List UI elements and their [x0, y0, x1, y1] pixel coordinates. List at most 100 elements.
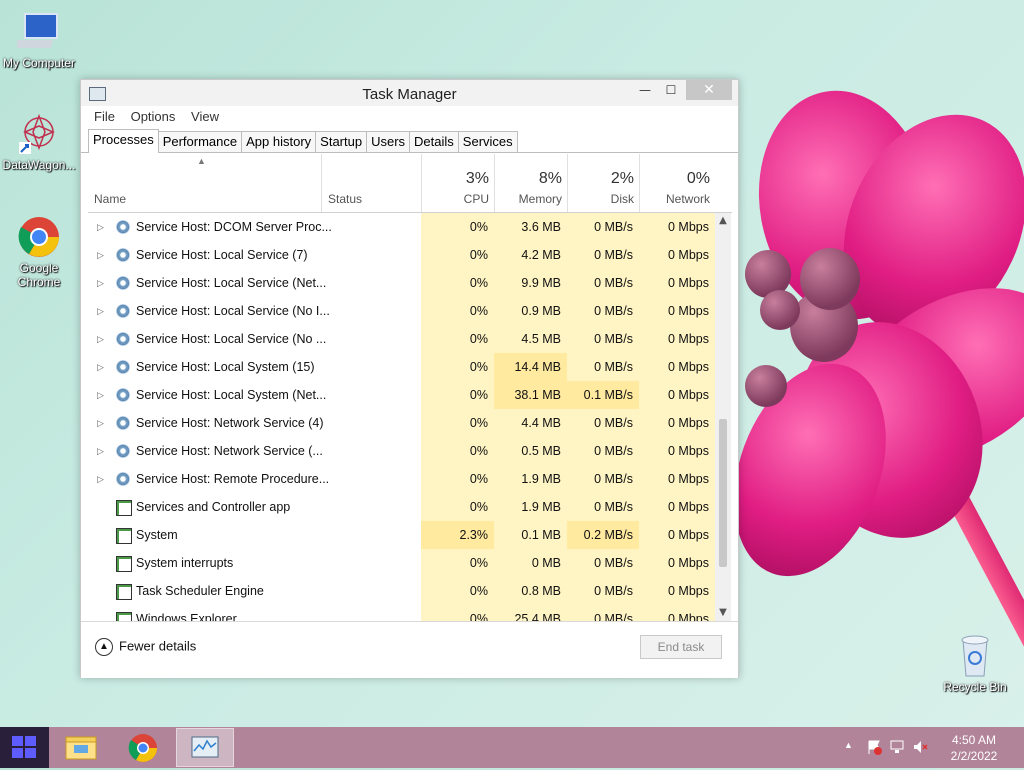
volume-muted-icon[interactable]	[912, 739, 928, 758]
vertical-scrollbar[interactable]: ▲ ▼	[715, 213, 731, 621]
close-button[interactable]: ✕	[686, 80, 732, 100]
table-row[interactable]: System 2.3% 0.1 MB 0.2 MB/s 0 Mbps	[88, 521, 715, 549]
scroll-up-icon[interactable]: ▲	[715, 213, 731, 229]
process-disk-cell: 0 MB/s	[567, 241, 639, 269]
process-status-cell	[321, 241, 421, 269]
expand-chevron-icon[interactable]: ▷	[97, 465, 104, 493]
action-center-flag-icon[interactable]	[866, 739, 882, 758]
expand-chevron-icon[interactable]: ▷	[97, 213, 104, 241]
expand-chevron-icon[interactable]: ▷	[97, 381, 104, 409]
expand-chevron-icon[interactable]: ▷	[97, 297, 104, 325]
process-memory-cell: 0.8 MB	[494, 577, 567, 605]
desktop-icon-datawagon[interactable]: DataWagon...	[1, 112, 77, 172]
process-cpu-cell: 2.3%	[421, 521, 494, 549]
column-header-name[interactable]: ▲ Name	[88, 154, 321, 212]
process-cpu-cell: 0%	[421, 325, 494, 353]
process-cpu-cell: 0%	[421, 549, 494, 577]
process-network-cell: 0 Mbps	[639, 297, 715, 325]
table-row[interactable]: ▷ Service Host: Local Service (No ... 0% 4.…	[88, 325, 715, 353]
process-cpu-cell: 0%	[421, 577, 494, 605]
table-row[interactable]: ▷ Service Host: Remote Procedure... 0% 1.9 …	[88, 465, 715, 493]
network-icon[interactable]	[889, 739, 905, 758]
desktop-icon-my-computer[interactable]: My Computer	[1, 10, 77, 70]
service-gear-icon	[116, 220, 130, 234]
expand-chevron-icon[interactable]: ▷	[97, 241, 104, 269]
end-task-button[interactable]: End task	[640, 635, 722, 659]
title-bar[interactable]: Task Manager — ☐ ✕	[81, 80, 738, 106]
scroll-down-icon[interactable]: ▼	[715, 605, 731, 621]
process-status-cell	[321, 465, 421, 493]
table-row[interactable]: ▷ Service Host: Local Service (Net... 0% 9.…	[88, 269, 715, 297]
clock-date: 2/2/2022	[950, 749, 998, 763]
table-row[interactable]: ▷ Service Host: Local Service (7) 0% 4.2 MB…	[88, 241, 715, 269]
expand-chevron-icon[interactable]: ▷	[97, 409, 104, 437]
expand-chevron-icon[interactable]: ▷	[97, 437, 104, 465]
menu-options[interactable]: Options	[131, 106, 176, 128]
process-cpu-cell: 0%	[421, 381, 494, 409]
table-row[interactable]: Windows Explorer 0% 25.4 MB 0 MB/s 0 Mbps	[88, 605, 715, 621]
process-disk-cell: 0 MB/s	[567, 297, 639, 325]
tab-users[interactable]: Users	[366, 131, 411, 152]
taskbar-google-chrome[interactable]	[114, 728, 172, 767]
process-status-cell	[321, 605, 421, 621]
process-cpu-cell: 0%	[421, 409, 494, 437]
tab-services[interactable]: Services	[457, 131, 518, 152]
desktop-icon-label: My Computer	[2, 56, 76, 70]
process-memory-cell: 0.9 MB	[494, 297, 567, 325]
app-window-icon	[116, 556, 132, 572]
process-network-cell: 0 Mbps	[639, 549, 715, 577]
maximize-button[interactable]: ☐	[658, 80, 684, 100]
show-hidden-icons-icon[interactable]: ▲	[844, 740, 853, 750]
tab-performance[interactable]: Performance	[157, 131, 243, 152]
start-button[interactable]	[0, 727, 49, 768]
minimize-button[interactable]: —	[632, 80, 658, 100]
tab-processes[interactable]: Processes	[88, 129, 159, 153]
process-status-cell	[321, 409, 421, 437]
scrollbar-thumb[interactable]	[719, 419, 727, 567]
table-row[interactable]: Services and Controller app 0% 1.9 MB 0 MB/…	[88, 493, 715, 521]
process-name: Service Host: Remote Procedure...	[136, 472, 330, 486]
process-disk-cell: 0 MB/s	[567, 465, 639, 493]
menu-view[interactable]: View	[191, 106, 219, 128]
desktop-icon-google-chrome[interactable]: Google Chrome	[1, 215, 77, 289]
taskbar-file-explorer[interactable]	[52, 728, 110, 767]
column-header-status[interactable]: Status	[321, 154, 422, 212]
process-cpu-cell: 0%	[421, 269, 494, 297]
process-disk-cell: 0 MB/s	[567, 213, 639, 241]
process-network-cell: 0 Mbps	[639, 213, 715, 241]
desktop-icon-recycle-bin[interactable]: Recycle Bin	[937, 632, 1013, 694]
tab-details[interactable]: Details	[409, 131, 459, 152]
process-disk-cell: 0 MB/s	[567, 437, 639, 465]
fewer-details-button[interactable]: ▲ Fewer details	[95, 638, 196, 656]
taskbar-task-manager[interactable]	[176, 728, 234, 767]
table-row[interactable]: ▷ Service Host: Local System (Net... 0% 38.…	[88, 381, 715, 409]
column-header-cpu[interactable]: 3% CPU	[421, 154, 495, 212]
table-row[interactable]: ▷ Service Host: Local System (15) 0% 14.4 M…	[88, 353, 715, 381]
taskbar-clock[interactable]: 4:50 AM 2/2/2022	[944, 732, 1004, 764]
process-network-cell: 0 Mbps	[639, 381, 715, 409]
expand-chevron-icon[interactable]: ▷	[97, 353, 104, 381]
process-status-cell	[321, 437, 421, 465]
process-memory-cell: 38.1 MB	[494, 381, 567, 409]
column-header-network[interactable]: 0% Network	[639, 154, 716, 212]
tab-app-history[interactable]: App history	[241, 131, 317, 152]
service-gear-icon	[116, 248, 130, 262]
clock-time: 4:50 AM	[951, 733, 997, 747]
process-network-cell: 0 Mbps	[639, 437, 715, 465]
expand-chevron-icon[interactable]: ▷	[97, 325, 104, 353]
process-memory-cell: 1.9 MB	[494, 493, 567, 521]
table-row[interactable]: ▷ Service Host: Local Service (No I... 0% 0…	[88, 297, 715, 325]
expand-chevron-icon[interactable]: ▷	[97, 269, 104, 297]
table-row[interactable]: ▷ Service Host: Network Service (... 0% 0.5…	[88, 437, 715, 465]
table-row[interactable]: ▷ Service Host: Network Service (4) 0% 4.4 …	[88, 409, 715, 437]
table-row[interactable]: ▷ Service Host: DCOM Server Proc... 0% 3.6 …	[88, 213, 715, 241]
column-headers: ▲ Name Status 3% CPU 8% Memory 2% Disk 0…	[88, 154, 732, 213]
table-row[interactable]: Task Scheduler Engine 0% 0.8 MB 0 MB/s 0 Mbp…	[88, 577, 715, 605]
menu-file[interactable]: File	[94, 106, 115, 128]
process-disk-cell: 0.1 MB/s	[567, 381, 639, 409]
process-memory-cell: 25.4 MB	[494, 605, 567, 621]
column-header-memory[interactable]: 8% Memory	[494, 154, 568, 212]
column-header-disk[interactable]: 2% Disk	[567, 154, 640, 212]
tab-startup[interactable]: Startup	[315, 131, 368, 152]
table-row[interactable]: System interrupts 0% 0 MB 0 MB/s 0 Mbps	[88, 549, 715, 577]
